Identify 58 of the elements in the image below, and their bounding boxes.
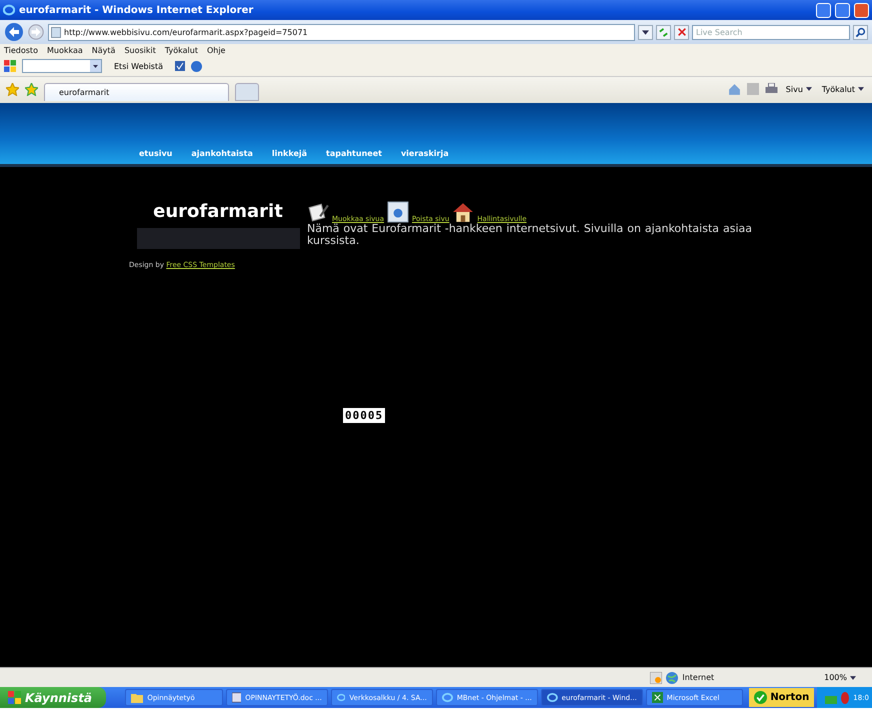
back-button[interactable]	[4, 22, 24, 42]
tools-menu-button[interactable]: Työkalut	[820, 84, 866, 94]
search-icon	[855, 26, 866, 38]
address-field[interactable]: http://www.webbisivu.com/eurofarmarit.aspx?pageid=75071	[48, 24, 635, 40]
web-search-button[interactable]: Etsi Webistä	[108, 62, 169, 70]
menu-item[interactable]: Suosikit	[124, 46, 156, 54]
windows-flag-icon	[4, 60, 16, 72]
globe-icon	[666, 672, 678, 684]
printer-icon[interactable]	[764, 83, 778, 95]
close-icon	[676, 27, 686, 37]
home-icon[interactable]	[728, 82, 741, 96]
caret-icon	[858, 87, 864, 91]
hit-counter: 00005	[343, 408, 386, 423]
check-icon[interactable]	[175, 61, 185, 71]
windows-flag-icon	[8, 691, 21, 704]
menu-item[interactable]: Työkalut	[164, 46, 198, 54]
nav-link[interactable]: etusivu	[139, 149, 172, 158]
spreadsheet-icon	[652, 692, 663, 703]
forward-button[interactable]	[27, 23, 45, 41]
nav-link[interactable]: tapahtuneet	[326, 149, 382, 158]
dropdown-button[interactable]	[638, 24, 653, 40]
caret-icon	[850, 676, 856, 680]
menu-item[interactable]: Tiedosto	[4, 46, 38, 54]
menu-item[interactable]: Muokkaa	[46, 46, 83, 54]
star-icon[interactable]	[6, 82, 19, 96]
dropdown-button[interactable]	[90, 60, 101, 72]
page-menu-button[interactable]: Sivu	[784, 84, 814, 94]
zoom-button[interactable]: 100%	[818, 672, 862, 683]
ie-logo-icon	[336, 692, 346, 703]
folder-icon	[131, 692, 144, 702]
ie-logo-icon	[442, 692, 453, 703]
browser-tab[interactable]: eurofarmarit	[44, 83, 229, 101]
caret-icon	[806, 87, 812, 91]
add-favorite-icon[interactable]	[25, 82, 38, 96]
caret-icon	[642, 30, 649, 34]
minimize-button[interactable]	[816, 2, 831, 18]
close-button[interactable]	[854, 2, 869, 18]
house-icon[interactable]	[452, 201, 474, 223]
check-icon	[754, 691, 768, 704]
search-field[interactable]: Live Search	[692, 24, 850, 40]
site-title: eurofarmarit	[153, 201, 283, 222]
menu-item[interactable]: Ohje	[206, 46, 226, 54]
menu-item[interactable]: Näytä	[92, 46, 116, 54]
zone-label: Internet	[682, 673, 714, 682]
ie-logo-icon	[546, 692, 558, 703]
search-button[interactable]	[853, 24, 868, 40]
intro-text: Nämä ovat Eurofarmarit -hankkeen internetsivut. Sivuilla on ajankohtaista asiaa kurssista.	[307, 223, 752, 247]
search-combo-field[interactable]	[22, 59, 102, 73]
maximize-button[interactable]	[835, 2, 850, 18]
window-title: eurofarmarit - Windows Internet Explorer	[19, 4, 254, 16]
nav-link[interactable]: vieraskirja	[400, 149, 449, 158]
stop-button[interactable]	[674, 24, 689, 40]
paper-pencil-icon[interactable]	[307, 201, 329, 223]
ie-logo-icon	[3, 4, 15, 16]
norton-button[interactable]: Norton	[749, 688, 814, 707]
document-icon	[232, 692, 242, 703]
nav-link[interactable]: ajankohtaista	[191, 149, 253, 158]
nav-link[interactable]: linkkejä	[272, 149, 308, 158]
